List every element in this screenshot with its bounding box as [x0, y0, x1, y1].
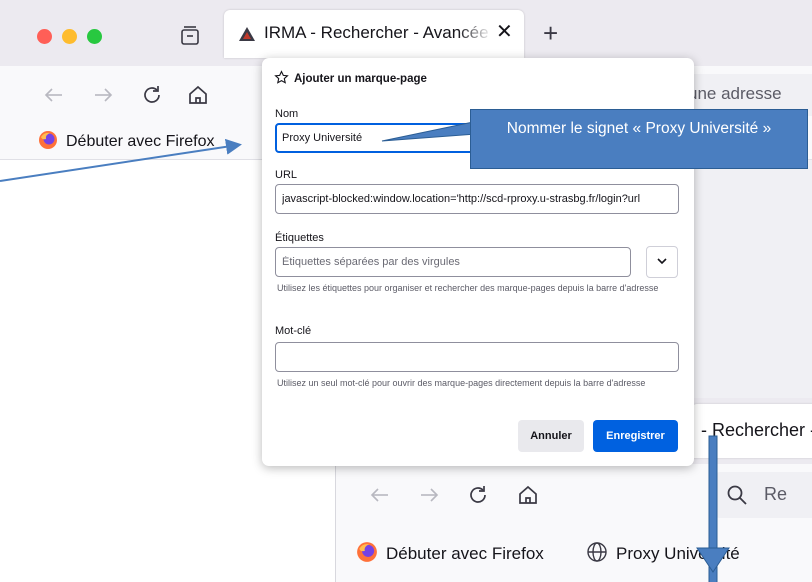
tags-dropdown-button[interactable] — [646, 246, 678, 278]
tags-hint: Utilisez les étiquettes pour organiser e… — [277, 283, 659, 293]
tab-title-result: - Rechercher - — [701, 420, 812, 440]
back-arrow-icon[interactable] — [368, 483, 392, 507]
firefox-icon — [38, 130, 58, 155]
tab-title: IRMA - Rechercher - Avancée sur — [264, 23, 492, 42]
keyword-hint: Utilisez un seul mot-clé pour ouvrir des… — [277, 378, 646, 388]
instruction-callout: Nommer le signet « Proxy Université » — [470, 109, 808, 169]
new-tab-button[interactable]: + — [543, 18, 558, 48]
bookmark-label: Débuter avec Firefox — [386, 544, 544, 563]
bookmark-label: Proxy Université — [616, 544, 740, 563]
address-bar-result[interactable]: Re — [714, 472, 812, 518]
forward-arrow-icon[interactable] — [91, 83, 115, 107]
bookmark-proxy-universite[interactable]: Proxy Université — [586, 541, 740, 568]
irma-favicon-icon — [238, 25, 256, 43]
bookmark-label: Débuter avec Firefox — [66, 133, 215, 150]
globe-icon — [586, 541, 608, 568]
save-button[interactable]: Enregistrer — [593, 420, 678, 452]
minimize-window-button[interactable] — [62, 29, 77, 44]
star-icon — [274, 70, 289, 88]
search-icon — [726, 484, 748, 506]
home-icon[interactable] — [516, 483, 540, 507]
tab-rechercher[interactable]: - Rechercher - — [691, 404, 812, 458]
reload-icon[interactable] — [140, 83, 164, 107]
cancel-button[interactable]: Annuler — [518, 420, 584, 452]
dialog-title: Ajouter un marque-page — [294, 73, 427, 85]
reload-icon[interactable] — [466, 483, 490, 507]
forward-arrow-icon[interactable] — [417, 483, 441, 507]
tags-field[interactable] — [275, 247, 631, 277]
chevron-down-icon — [656, 255, 668, 270]
bookmarks-toolbar-result: Débuter avec Firefox Proxy Université — [336, 526, 812, 582]
navigation-toolbar-result: Re — [336, 464, 812, 526]
url-label: URL — [275, 169, 298, 181]
dialog-header: Ajouter un marque-page — [274, 70, 427, 88]
url-field[interactable] — [275, 184, 679, 214]
background-content — [690, 160, 812, 400]
keyword-label: Mot-clé — [275, 325, 312, 337]
zoom-window-button[interactable] — [87, 29, 102, 44]
firefox-icon — [356, 541, 378, 568]
keyword-field[interactable] — [275, 342, 679, 372]
close-window-button[interactable] — [37, 29, 52, 44]
address-bar-placeholder: une adresse — [688, 84, 782, 103]
close-tab-icon[interactable]: ✕ — [496, 20, 513, 44]
bookmark-debuter-avec-firefox[interactable]: Débuter avec Firefox — [38, 130, 215, 154]
back-arrow-icon[interactable] — [42, 83, 66, 107]
address-bar-text: Re — [764, 484, 788, 504]
home-icon[interactable] — [186, 83, 210, 107]
tags-label: Étiquettes — [275, 232, 324, 244]
tab-irma[interactable]: IRMA - Rechercher - Avancée sur ✕ — [224, 10, 524, 58]
tab-list-icon[interactable] — [178, 24, 202, 48]
bookmark-debuter-avec-firefox[interactable]: Débuter avec Firefox — [356, 541, 544, 568]
tab-strip: IRMA - Rechercher - Avancée sur ✕ + — [0, 0, 812, 66]
name-label: Nom — [275, 108, 299, 120]
